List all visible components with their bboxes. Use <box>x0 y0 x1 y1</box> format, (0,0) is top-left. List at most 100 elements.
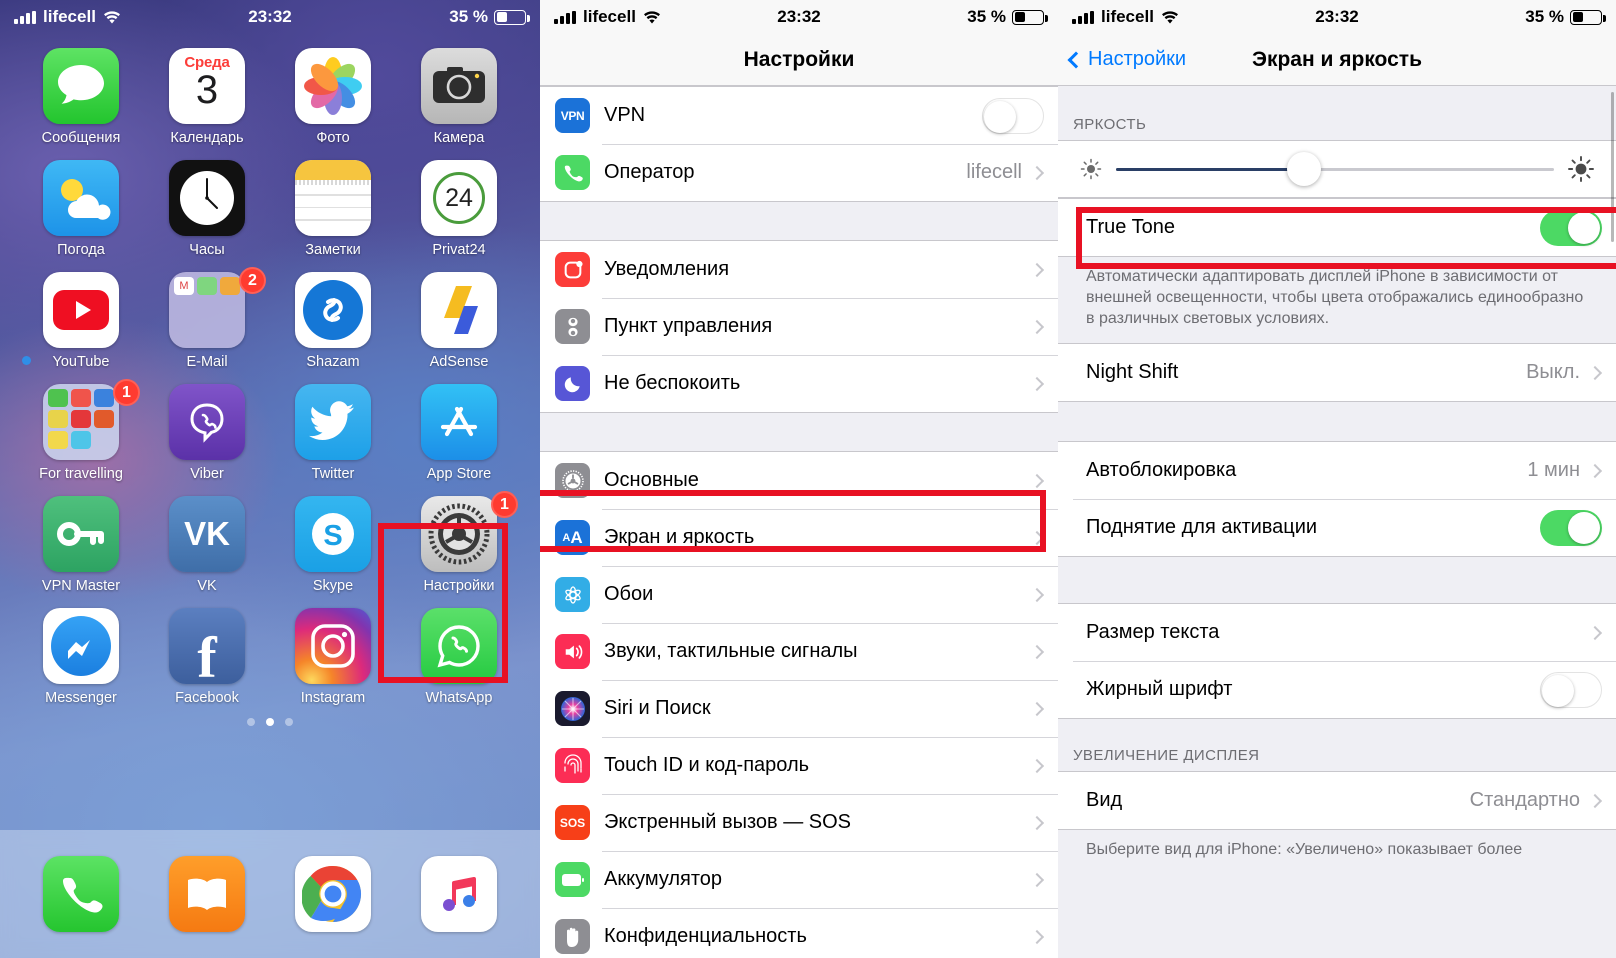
vpn-icon: VPN <box>555 98 590 133</box>
chrome-icon[interactable] <box>295 856 371 932</box>
text-size-row[interactable]: Размер текста <box>1058 604 1616 661</box>
settings-row-battery[interactable]: Аккумулятор <box>540 851 1058 908</box>
page-dot-active[interactable] <box>266 718 274 726</box>
app-label: Заметки <box>305 242 361 258</box>
app-shazam[interactable]: Shazam <box>270 272 396 370</box>
app-notes[interactable]: Заметки <box>270 160 396 258</box>
row-label: Аккумулятор <box>604 868 723 890</box>
brightness-slider-knob[interactable] <box>1287 152 1322 186</box>
email-folder-icon: M <box>169 272 245 348</box>
row-label: Основные <box>604 469 699 491</box>
app-calendar[interactable]: Среда 3 Календарь <box>144 48 270 146</box>
row-value: Выкл. <box>1526 361 1580 384</box>
row-label: Touch ID и код-пароль <box>604 754 810 776</box>
vpn-toggle[interactable] <box>982 97 1044 134</box>
chevron-right-icon <box>1029 587 1045 602</box>
app-instagram[interactable]: Instagram <box>270 608 396 706</box>
skype-icon: S <box>295 496 371 572</box>
status-left: lifecell <box>554 7 661 27</box>
page-dot[interactable] <box>247 718 255 726</box>
messenger-icon <box>43 608 119 684</box>
settings-row-control-center[interactable]: Пункт управления <box>540 298 1058 355</box>
youtube-icon <box>43 272 119 348</box>
app-label: Shazam <box>306 354 360 370</box>
carrier-name: lifecell <box>43 7 96 26</box>
battery-percent: 35 % <box>967 7 1006 26</box>
settings-row-touchid[interactable]: Touch ID и код-пароль <box>540 737 1058 794</box>
app-messenger[interactable]: Messenger <box>18 608 144 706</box>
ibooks-icon[interactable] <box>169 856 245 932</box>
app-adsense[interactable]: AdSense <box>396 272 522 370</box>
night-shift-row[interactable]: Night Shift Выкл. <box>1058 344 1616 401</box>
true-tone-row[interactable]: True Tone <box>1058 199 1616 256</box>
chevron-left-icon <box>1067 51 1085 68</box>
app-viber[interactable]: Viber <box>144 384 270 482</box>
row-label: Обои <box>604 583 654 605</box>
settings-row-general[interactable]: Основные <box>540 452 1058 509</box>
wallpaper-icon <box>555 577 590 612</box>
app-camera[interactable]: Камера <box>396 48 522 146</box>
app-appstore[interactable]: App Store <box>396 384 522 482</box>
app-email-folder[interactable]: M 2 E-Mail <box>144 267 270 370</box>
carrier-phone-icon <box>555 155 590 190</box>
row-label: Не беспокоить <box>604 372 741 394</box>
scrollbar[interactable] <box>1611 92 1614 242</box>
group-gap <box>1058 557 1616 604</box>
travel-folder-icon <box>43 384 119 460</box>
page-title: Экран и яркость <box>1252 47 1422 71</box>
auto-lock-row[interactable]: Автоблокировка 1 мин <box>1058 442 1616 499</box>
app-skype[interactable]: S Skype <box>270 496 396 594</box>
bold-text-row[interactable]: Жирный шрифт <box>1058 661 1616 718</box>
back-button[interactable]: Настройки <box>1067 48 1186 71</box>
app-travel-folder[interactable]: 1 For travelling <box>18 379 144 482</box>
app-vpnmaster[interactable]: VPN Master <box>18 496 144 594</box>
app-label: App Store <box>426 466 492 482</box>
settings-row-vpn[interactable]: VPN VPN <box>540 87 1058 144</box>
zoom-section-header: УВЕЛИЧЕНИЕ ДИСПЛЕЯ <box>1058 719 1616 772</box>
row-label: Конфиденциальность <box>604 925 807 947</box>
music-icon[interactable] <box>421 856 497 932</box>
raise-to-wake-toggle[interactable] <box>1540 509 1602 546</box>
settings-row-notifications[interactable]: Уведомления <box>540 241 1058 298</box>
siri-icon <box>555 691 590 726</box>
youtube-new-dot <box>22 356 31 365</box>
chevron-right-icon <box>1029 262 1045 277</box>
app-privat24[interactable]: 24 Privat24 <box>396 160 522 258</box>
control-center-icon <box>555 309 590 344</box>
app-whatsapp[interactable]: WhatsApp <box>396 608 522 706</box>
app-weather[interactable]: Погода <box>18 160 144 258</box>
page-dot[interactable] <box>285 718 293 726</box>
app-facebook[interactable]: f Facebook <box>144 608 270 706</box>
brightness-slider-fill <box>1116 167 1305 171</box>
zoom-group: Вид Стандартно <box>1058 771 1616 831</box>
app-vk[interactable]: VK VK <box>144 496 270 594</box>
badge-count: 1 <box>113 379 140 406</box>
brightness-slider-track[interactable] <box>1116 152 1554 186</box>
app-label: Viber <box>190 466 224 482</box>
brightness-slider-row[interactable] <box>1058 140 1616 198</box>
app-clock[interactable]: Часы <box>144 160 270 258</box>
page-title: Настройки <box>743 47 855 71</box>
app-label: YouTube <box>52 354 110 370</box>
settings-row-sounds[interactable]: Звуки, тактильные сигналы <box>540 623 1058 680</box>
view-row[interactable]: Вид Стандартно <box>1058 772 1616 829</box>
app-messages[interactable]: Сообщения <box>18 48 144 146</box>
bold-text-toggle[interactable] <box>1540 671 1602 708</box>
settings-row-wallpaper[interactable]: Обои <box>540 566 1058 623</box>
raise-to-wake-row[interactable]: Поднятие для активации <box>1058 499 1616 556</box>
settings-row-carrier[interactable]: Оператор lifecell <box>540 144 1058 201</box>
app-youtube[interactable]: YouTube <box>18 272 144 370</box>
vpnmaster-icon <box>43 496 119 572</box>
app-settings[interactable]: 1 Настройки <box>396 491 522 594</box>
settings-row-siri[interactable]: Siri и Поиск <box>540 680 1058 737</box>
clock-icon <box>169 160 245 236</box>
settings-row-sos[interactable]: SOS Экстренный вызов — SOS <box>540 794 1058 851</box>
settings-row-display-brightness[interactable]: AA Экран и яркость <box>540 509 1058 566</box>
true-tone-toggle[interactable] <box>1540 209 1602 246</box>
app-twitter[interactable]: Twitter <box>270 384 396 482</box>
phone-icon[interactable] <box>43 856 119 932</box>
settings-row-privacy[interactable]: Конфиденциальность <box>540 908 1058 958</box>
app-photos[interactable]: Фото <box>270 48 396 146</box>
notes-icon <box>295 160 371 236</box>
settings-row-do-not-disturb[interactable]: Не беспокоить <box>540 355 1058 412</box>
